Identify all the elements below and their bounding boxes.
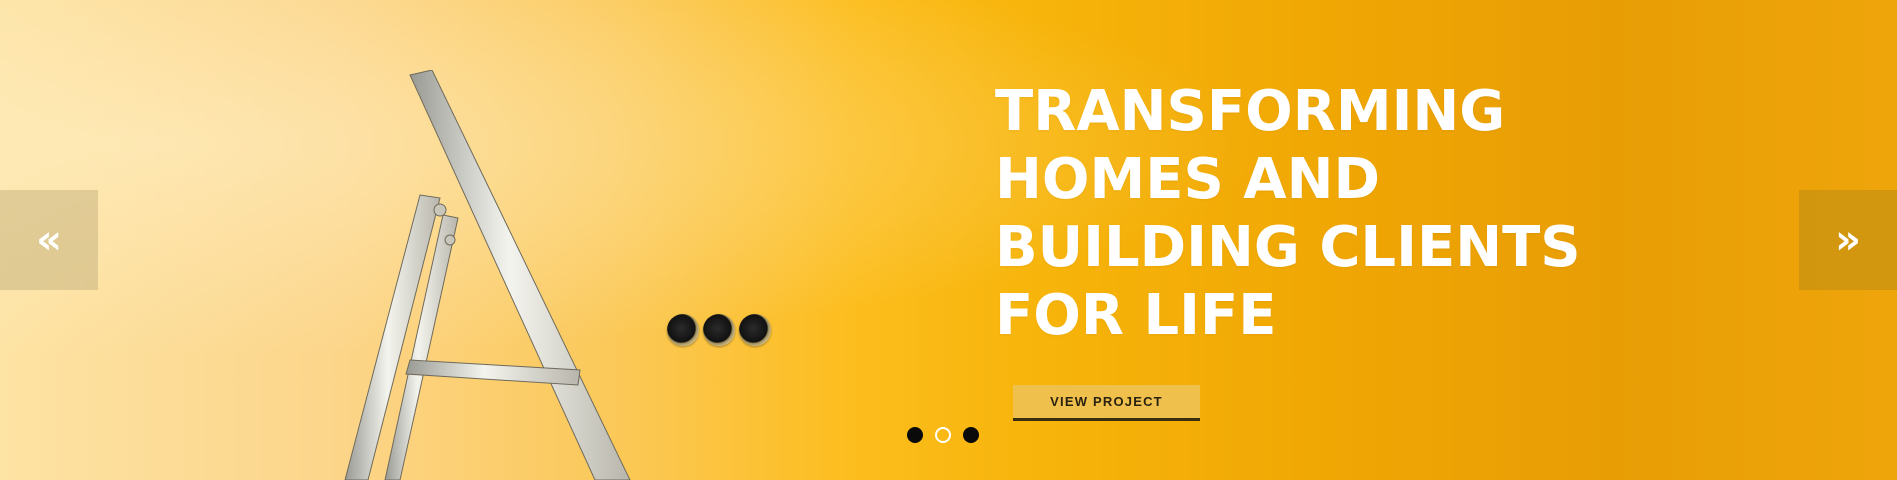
headline-line: TRANSFORMING [995, 79, 1506, 144]
slide-dot-3[interactable] [963, 427, 979, 443]
wall-sockets [667, 314, 771, 346]
next-slide-button[interactable]: » [1799, 190, 1897, 290]
double-chevron-right-icon: » [1835, 217, 1861, 263]
slide-headline: TRANSFORMING HOMES AND BUILDING CLIENTS … [995, 78, 1581, 350]
socket-icon [667, 314, 699, 346]
hero-slider: TRANSFORMING HOMES AND BUILDING CLIENTS … [0, 0, 1897, 480]
socket-icon [703, 314, 735, 346]
view-project-button[interactable]: VIEW PROJECT [1013, 385, 1200, 421]
ladder-image [344, 70, 631, 480]
slide-dot-2[interactable] [935, 427, 951, 443]
slide-pagination [907, 427, 979, 443]
headline-line: HOMES AND [995, 147, 1380, 212]
prev-slide-button[interactable]: « [0, 190, 98, 290]
slide-dot-1[interactable] [907, 427, 923, 443]
double-chevron-left-icon: « [36, 217, 62, 263]
socket-icon [739, 314, 771, 346]
headline-line: FOR LIFE [995, 283, 1277, 348]
headline-line: BUILDING CLIENTS [995, 215, 1581, 280]
